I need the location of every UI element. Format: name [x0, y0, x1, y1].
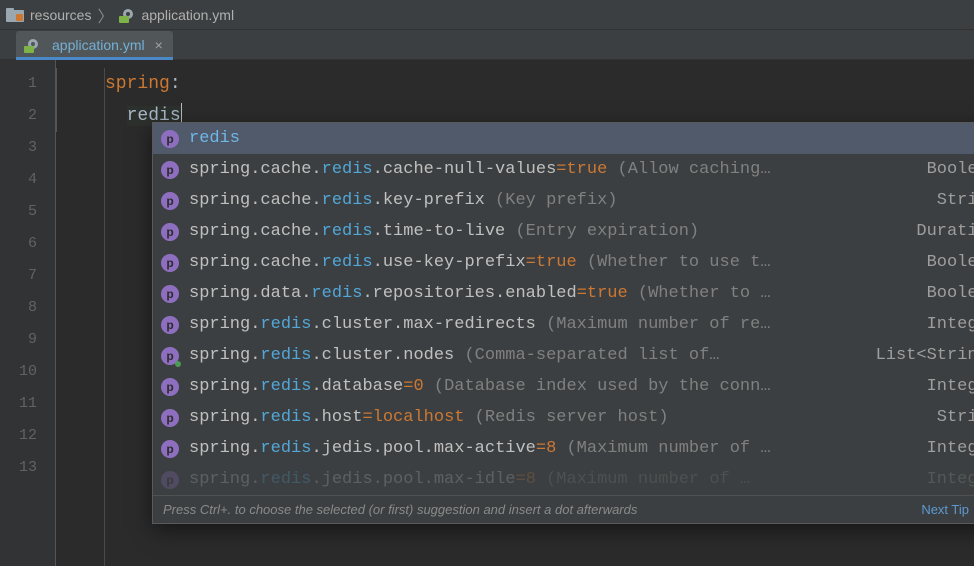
tab-application-yml[interactable]: application.yml ×: [16, 31, 173, 59]
line-number: 10: [0, 356, 55, 388]
autocomplete-type: Boolean: [927, 160, 974, 179]
autocomplete-popup[interactable]: predispspring.cache.redis.cache-null-val…: [152, 122, 974, 524]
popup-hint: Press Ctrl+. to choose the selected (or …: [163, 502, 911, 517]
resources-folder-icon: [6, 8, 24, 22]
autocomplete-type: Boolean: [927, 284, 974, 303]
property-icon: p: [161, 316, 179, 334]
line-number: 7: [0, 260, 55, 292]
autocomplete-type: Integer: [927, 377, 974, 396]
yml-file-icon: [24, 37, 40, 53]
property-icon: p: [161, 254, 179, 272]
line-number: 8: [0, 292, 55, 324]
autocomplete-text: spring.data.redis.repositories.enabled=t…: [189, 284, 907, 303]
breadcrumb-separator-icon: 〉: [97, 3, 113, 27]
line-number: 5: [0, 196, 55, 228]
autocomplete-item[interactable]: p spring.cache.redis.use-key-prefix=true …: [153, 247, 974, 278]
autocomplete-text: spring.redis.cluster.max-redirects (Maxi…: [189, 315, 907, 334]
autocomplete-text: spring.cache.redis.key-prefix (Key prefi…: [189, 191, 917, 210]
property-icon: p: [161, 130, 179, 148]
property-icon: p: [161, 223, 179, 241]
close-icon[interactable]: ×: [155, 37, 163, 53]
code-area[interactable]: spring: redis predispspring.cache.redis.…: [56, 60, 974, 566]
popup-next-tip[interactable]: Next Tip: [921, 502, 969, 517]
editor[interactable]: 12345678910111213 spring: redis predisps…: [0, 60, 974, 566]
autocomplete-text: spring.redis.jedis.pool.max-idle=8 (Maxi…: [189, 470, 907, 489]
autocomplete-text: spring.cache.redis.use-key-prefix=true (…: [189, 253, 907, 272]
line-number: 4: [0, 164, 55, 196]
yaml-key: spring: [105, 74, 170, 94]
autocomplete-type: Duration: [916, 222, 974, 241]
autocomplete-text: spring.redis.database=0 (Database index …: [189, 377, 907, 396]
tab-bar: application.yml ×: [0, 30, 974, 60]
breadcrumb: resources 〉 application.yml: [0, 0, 974, 30]
property-icon: p: [161, 161, 179, 179]
autocomplete-item[interactable]: p spring.redis.jedis.pool.max-idle=8 (Max…: [153, 464, 974, 495]
property-icon: p: [161, 347, 179, 365]
autocomplete-type: Integer: [927, 439, 974, 458]
autocomplete-type: List<String>: [876, 346, 974, 365]
code-line-1: spring:: [56, 68, 974, 100]
autocomplete-item[interactable]: p spring.redis.jedis.pool.max-active=8 (M…: [153, 433, 974, 464]
autocomplete-type: Boolean: [927, 253, 974, 272]
autocomplete-item[interactable]: p spring.redis.cluster.nodes (Comma-separ…: [153, 340, 974, 371]
autocomplete-item[interactable]: p spring.redis.database=0 (Database index…: [153, 371, 974, 402]
autocomplete-type: Integer: [927, 470, 974, 489]
property-icon: p: [161, 285, 179, 303]
autocomplete-type: String: [937, 191, 974, 210]
autocomplete-item[interactable]: predis: [153, 123, 974, 154]
property-icon: p: [161, 192, 179, 210]
line-number: 6: [0, 228, 55, 260]
autocomplete-type: String: [937, 408, 974, 427]
autocomplete-item[interactable]: p spring.redis.host=localhost (Redis serv…: [153, 402, 974, 433]
autocomplete-type: Integer: [927, 315, 974, 334]
popup-footer: Press Ctrl+. to choose the selected (or …: [153, 495, 974, 523]
line-number: 13: [0, 452, 55, 484]
line-number: 11: [0, 388, 55, 420]
autocomplete-text: spring.cache.redis.time-to-live (Entry e…: [189, 222, 896, 241]
autocomplete-item[interactable]: p spring.data.redis.repositories.enabled=…: [153, 278, 974, 309]
autocomplete-text: redis: [189, 129, 974, 148]
tab-label: application.yml: [52, 37, 145, 53]
autocomplete-item[interactable]: p spring.redis.cluster.max-redirects (Max…: [153, 309, 974, 340]
yaml-colon: :: [170, 74, 181, 94]
yml-file-icon: [119, 7, 135, 23]
line-number: 12: [0, 420, 55, 452]
autocomplete-text: spring.redis.host=localhost (Redis serve…: [189, 408, 917, 427]
autocomplete-item[interactable]: p spring.cache.redis.cache-null-values=tr…: [153, 154, 974, 185]
breadcrumb-folder[interactable]: resources: [30, 7, 91, 23]
autocomplete-text: spring.redis.cluster.nodes (Comma-separa…: [189, 346, 856, 365]
breadcrumb-file[interactable]: application.yml: [141, 7, 234, 23]
autocomplete-text: spring.cache.redis.cache-null-values=tru…: [189, 160, 907, 179]
line-number: 9: [0, 324, 55, 356]
line-number: 2: [0, 100, 55, 132]
autocomplete-item[interactable]: p spring.cache.redis.time-to-live (Entry …: [153, 216, 974, 247]
line-number: 1: [0, 68, 55, 100]
autocomplete-text: spring.redis.jedis.pool.max-active=8 (Ma…: [189, 439, 907, 458]
indent-guide: [104, 68, 105, 566]
property-icon: p: [161, 471, 179, 489]
property-icon: p: [161, 409, 179, 427]
property-icon: p: [161, 378, 179, 396]
autocomplete-item[interactable]: p spring.cache.redis.key-prefix (Key pref…: [153, 185, 974, 216]
gutter: 12345678910111213: [0, 60, 56, 566]
property-icon: p: [161, 440, 179, 458]
line-number: 3: [0, 132, 55, 164]
